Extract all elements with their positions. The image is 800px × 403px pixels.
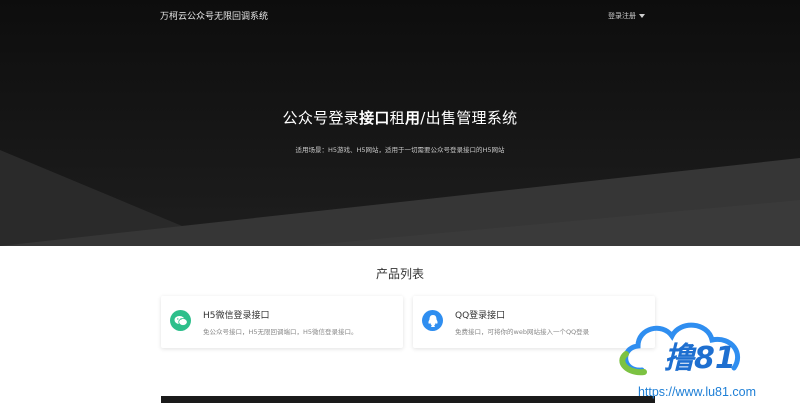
product-name: QQ登录接口 bbox=[455, 311, 506, 321]
hero-title: 公众号登录接口租用/出售管理系统 bbox=[0, 107, 800, 128]
wechat-icon bbox=[170, 310, 191, 331]
qq-icon bbox=[422, 310, 443, 331]
top-navbar: 万柯云公众号无限回调系统 登录注册 bbox=[0, 0, 800, 30]
login-register-label: 登录注册 bbox=[608, 12, 636, 20]
cloud-logo-icon: 撸81 bbox=[619, 322, 741, 376]
product-desc: 免公众号接口，H5无限回调端口，H5微信登录接口。 bbox=[203, 328, 358, 336]
hero-subtitle: 适用场景：H5游戏、H5网站，适用于一切需要公众号登录接口的H5网站 bbox=[295, 146, 505, 154]
footer-bar bbox=[161, 396, 655, 403]
logo-text: 撸81 bbox=[664, 341, 736, 376]
product-desc: 免费接口，可将你的web网站接入一个QQ登录 bbox=[455, 328, 590, 336]
hero-title-bold: 用 bbox=[404, 109, 421, 127]
watermark-url: https://www.lu81.com bbox=[637, 385, 757, 399]
login-register-menu[interactable]: 登录注册 bbox=[608, 11, 645, 21]
hero-title-bold: 接口 bbox=[359, 109, 390, 127]
hero-title-part: 公众号登录 bbox=[282, 109, 360, 127]
chevron-down-icon bbox=[639, 14, 645, 18]
hero-title-part: /出售管理系统 bbox=[420, 109, 518, 127]
brand-title[interactable]: 万柯云公众号无限回调系统 bbox=[160, 9, 268, 22]
hero-title-part: 租 bbox=[389, 109, 405, 127]
section-title: 产品列表 bbox=[375, 267, 424, 281]
hero-banner: 万柯云公众号无限回调系统 登录注册 公众号登录接口租用/出售管理系统 适用场景：… bbox=[0, 0, 800, 246]
product-card-wechat[interactable]: H5微信登录接口 免公众号接口，H5无限回调端口，H5微信登录接口。 bbox=[161, 296, 403, 348]
site-watermark: 撸81 https://www.lu81.com bbox=[594, 310, 800, 403]
product-name: H5微信登录接口 bbox=[203, 311, 270, 321]
